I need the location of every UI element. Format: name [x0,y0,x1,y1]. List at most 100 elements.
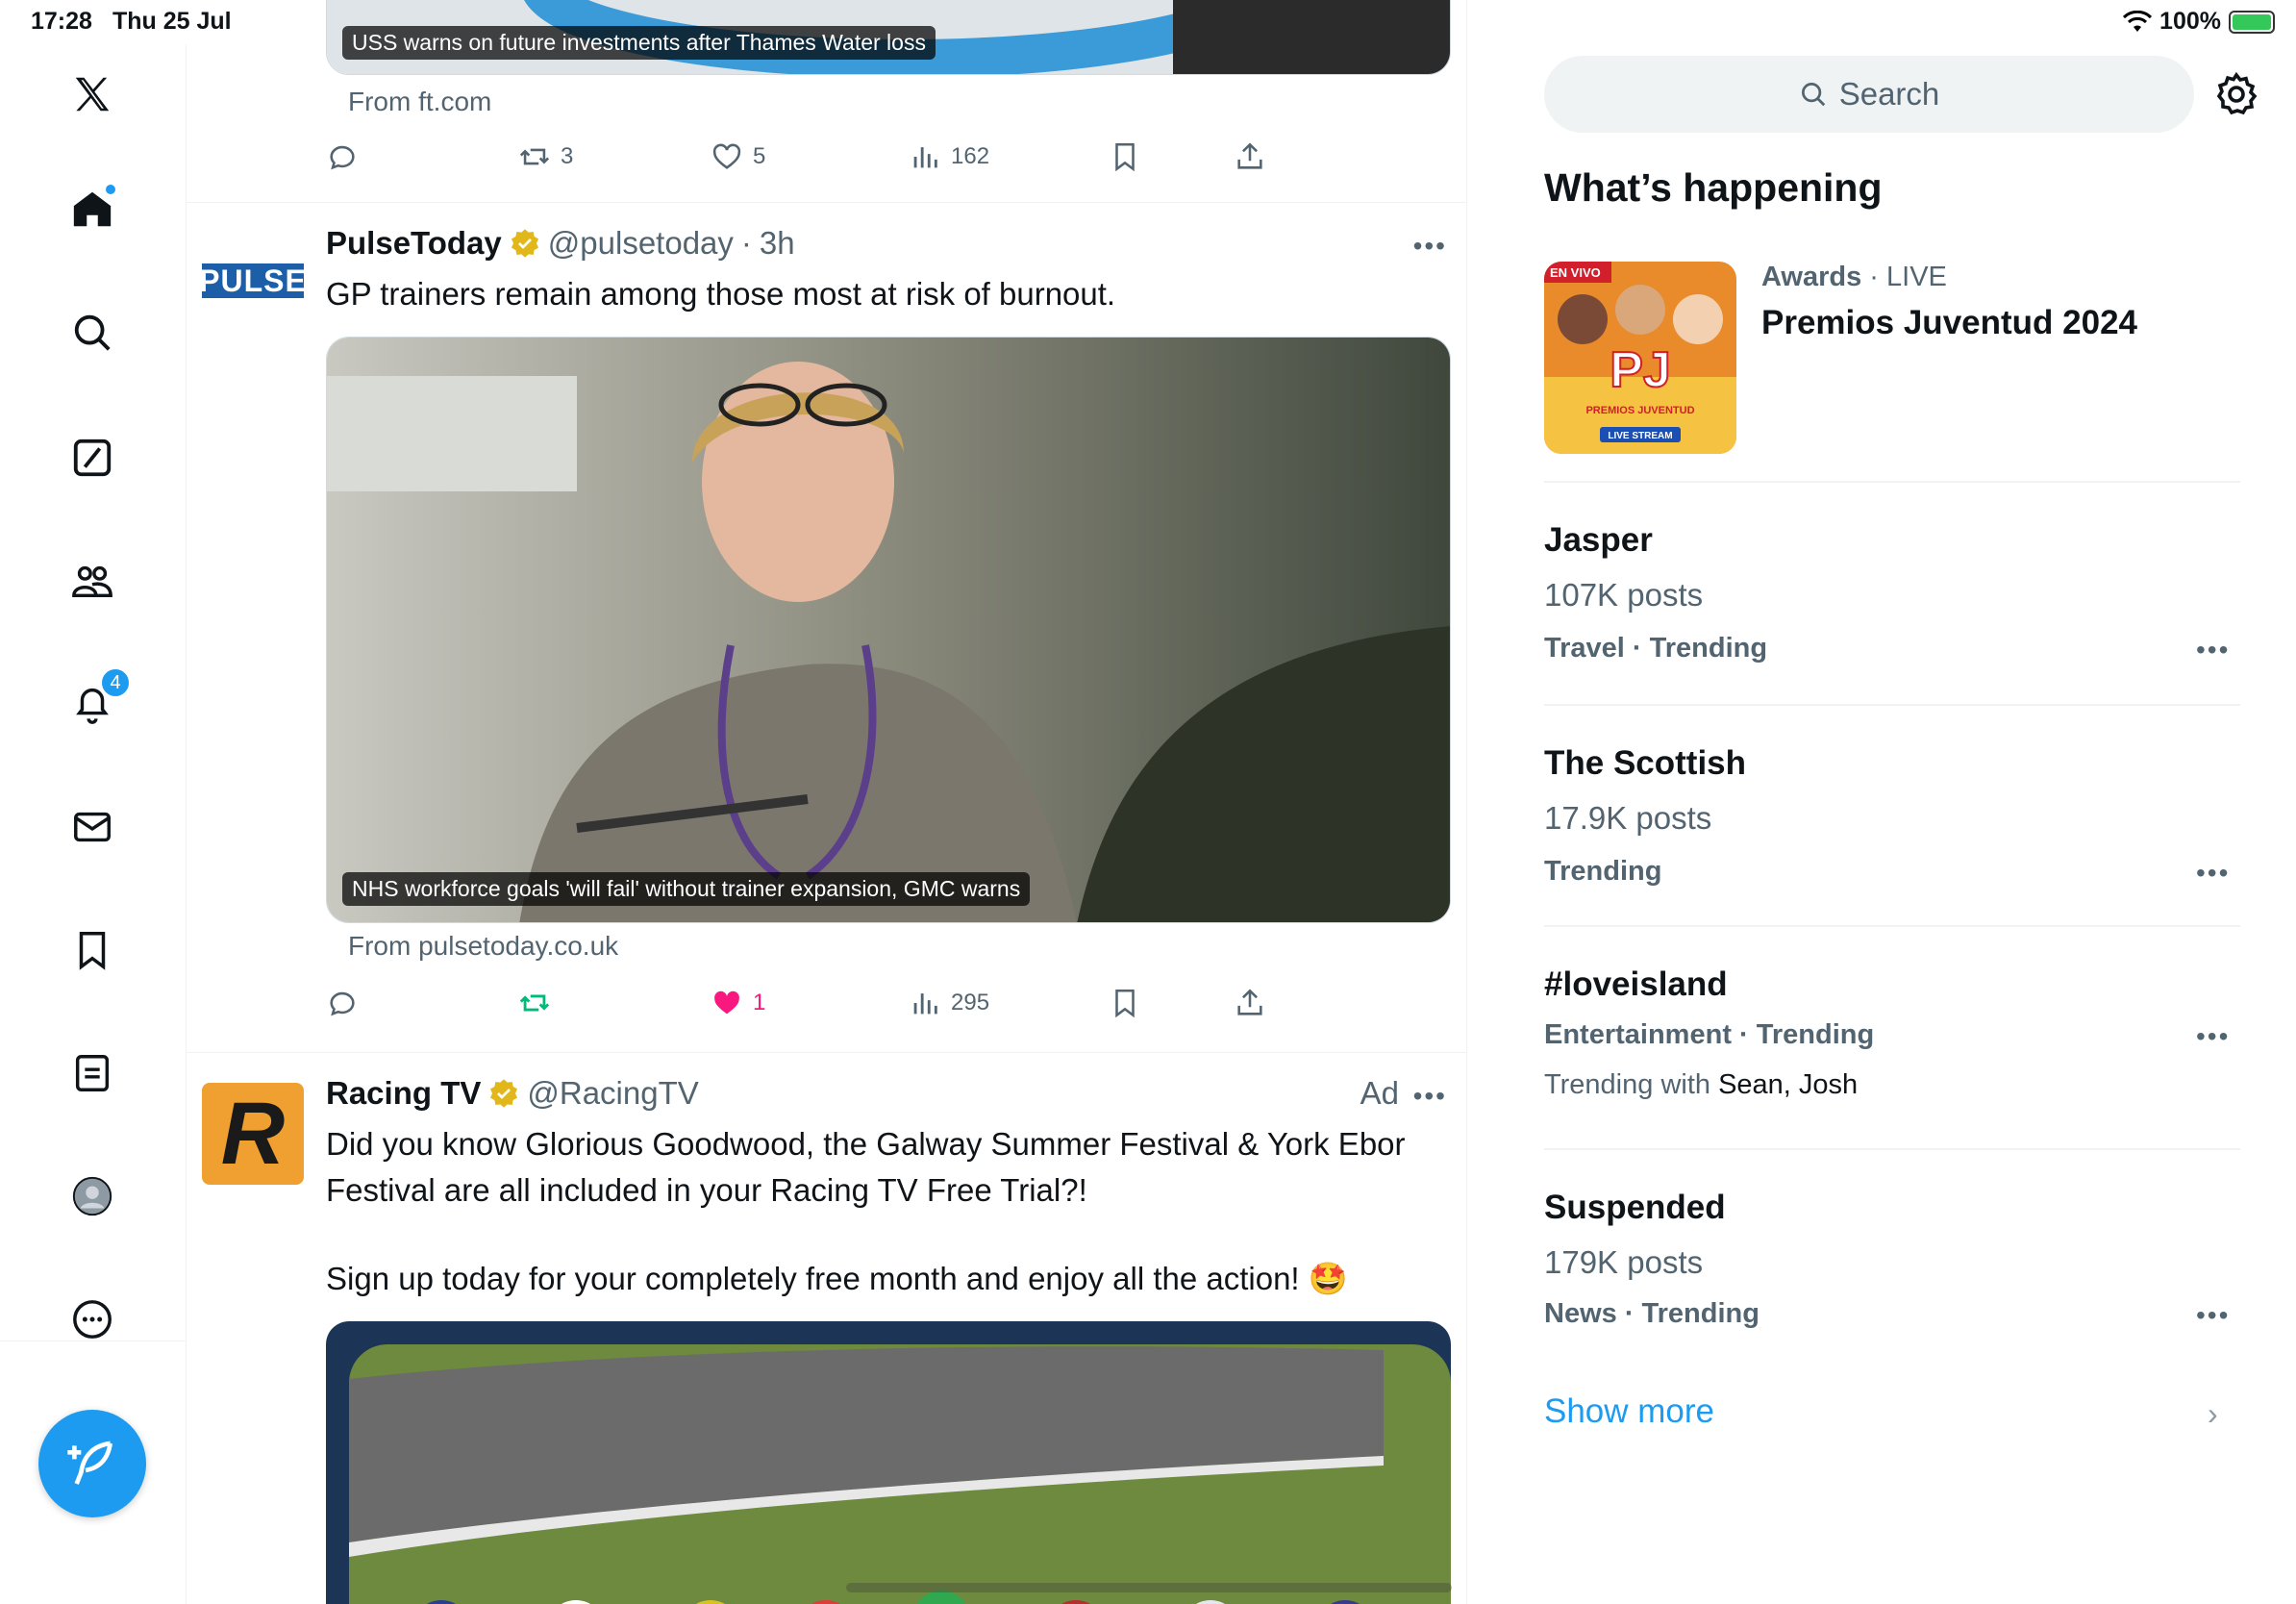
home-icon[interactable] [58,175,127,244]
event-thumbnail[interactable]: EN VIVO PJ PREMIOS JUVENTUD LIVE STREAM [1544,262,1736,454]
retweet-count: 3 [561,143,574,169]
trend-divider [1544,481,2240,483]
trend-title[interactable]: Jasper [1544,521,1653,560]
search-icon [1801,83,1825,107]
event-image-stream: LIVE STREAM [1608,431,1672,441]
reply-button[interactable] [326,987,359,1019]
bookmark-button[interactable] [1109,987,1141,1019]
ad-label: Ad [1360,1075,1399,1111]
retweet-icon [519,994,550,1012]
trend-related-names[interactable]: Sean, Josh [1718,1069,1858,1100]
racingtv-avatar[interactable]: R [202,1083,304,1185]
compose-post-button[interactable] [38,1410,146,1517]
trend-title[interactable]: The Scottish [1544,744,1746,783]
views-button[interactable]: 162 [909,140,989,173]
trend-divider [1544,925,2240,927]
search-input[interactable]: Search [1544,56,2194,133]
link-card-image[interactable]: NHS workforce goals 'will fail' without … [326,337,1451,923]
author-handle[interactable]: @pulsetoday [548,225,734,262]
tweet-header: Racing TV @RacingTV [326,1075,699,1112]
verified-badge-icon [490,1079,518,1108]
share-icon [1237,989,1262,1015]
tweet-text: Did you know Glorious Goodwood, the Galw… [326,1126,1406,1208]
communities-icon[interactable] [58,546,127,615]
profile-avatar-icon[interactable] [58,1162,127,1231]
search-placeholder: Search [1838,76,1940,112]
more-options-icon[interactable] [58,1285,127,1354]
trend-more-icon[interactable]: ••• [2196,858,2230,889]
racecourse-photo [326,1321,1451,1604]
retweet-button-active[interactable] [518,987,551,1019]
lists-icon[interactable] [58,1039,127,1108]
tweet-more-icon[interactable]: ••• [1413,1081,1447,1112]
home-unread-dot [104,183,117,196]
like-count: 1 [753,990,766,1015]
like-button-active[interactable]: 1 [711,987,765,1019]
reply-button[interactable] [326,140,359,173]
trend-more-icon[interactable]: ••• [2196,1300,2230,1331]
event-title[interactable]: Premios Juventud 2024 [1761,304,2137,342]
views-icon [913,147,937,168]
author-name[interactable]: Racing TV [326,1075,481,1112]
home-indicator [846,1583,1452,1592]
right-sidebar: Search What’s happening EN VIVO PJ PREMI… [1467,0,2296,1604]
reply-icon [330,145,355,170]
retweet-button[interactable]: 3 [518,140,573,173]
tweet-divider [187,202,1466,203]
left-navigation: 4 [0,44,187,1604]
tweet-header: PulseToday @pulsetoday · 3h [326,225,795,262]
author-name[interactable]: PulseToday [326,225,502,262]
like-button[interactable]: 5 [711,140,765,173]
link-card-caption: USS warns on future investments after Th… [342,26,936,60]
x-logo-icon[interactable] [58,60,127,129]
share-button[interactable] [1234,140,1266,173]
share-button[interactable] [1234,987,1266,1019]
tweet-time[interactable]: 3h [760,225,795,262]
trend-title[interactable]: #loveisland [1544,965,1728,1004]
link-card-caption: NHS workforce goals 'will fail' without … [342,872,1031,906]
trend-related: Trending with Sean, Josh [1544,1069,1859,1100]
like-icon [712,143,741,169]
views-button[interactable]: 295 [909,987,989,1019]
trend-posts: 107K posts [1544,577,1704,613]
share-icon [1237,142,1262,169]
like-filled-icon [714,990,739,1015]
messages-icon[interactable] [58,792,127,862]
bookmarks-icon[interactable] [58,915,127,985]
like-count: 5 [753,143,766,169]
trend-meta: Entertainment · Trending [1544,1019,1875,1050]
pulsetoday-avatar[interactable]: PULSE [202,263,304,298]
trend-meta: News · Trending [1544,1298,1759,1329]
views-count: 295 [951,990,990,1015]
link-card-image[interactable]: USS warns on future investments after Th… [326,0,1451,75]
trend-more-icon[interactable]: ••• [2196,1021,2230,1052]
trend-more-icon[interactable]: ••• [2196,635,2230,665]
notifications-icon[interactable]: 4 [58,667,131,739]
compose-feather-icon [67,1441,112,1485]
trend-meta: Travel · Trending [1544,633,1768,664]
tweet-more-icon[interactable]: ••• [1413,231,1447,262]
retweet-icon [519,148,550,165]
doctor-photo [327,338,1450,922]
author-handle[interactable]: @RacingTV [527,1075,698,1112]
link-source[interactable]: From ft.com [348,87,491,117]
grok-icon[interactable] [58,423,127,492]
search-icon[interactable] [58,298,127,367]
ad-media[interactable] [326,1321,1451,1604]
trend-posts: 179K posts [1544,1244,1704,1280]
views-icon [913,993,937,1015]
bookmark-icon [1115,989,1135,1018]
event-image-logo: PJ [1610,342,1671,398]
event-category: Awards · LIVE [1761,262,1947,292]
bookmark-button[interactable] [1109,140,1141,173]
trend-divider [1544,704,2240,706]
tweet-text: GP trainers remain among those most at r… [326,276,1116,312]
link-source[interactable]: From pulsetoday.co.uk [348,931,618,962]
event-image-badge: EN VIVO [1550,265,1601,280]
trend-title[interactable]: Suspended [1544,1189,1726,1227]
show-more-link[interactable]: Show more [1544,1392,1714,1431]
settings-gear-icon[interactable] [2213,71,2259,117]
bookmark-icon [1115,142,1135,172]
tweet-divider [187,1052,1466,1053]
event-live-status: LIVE [1886,262,1947,292]
